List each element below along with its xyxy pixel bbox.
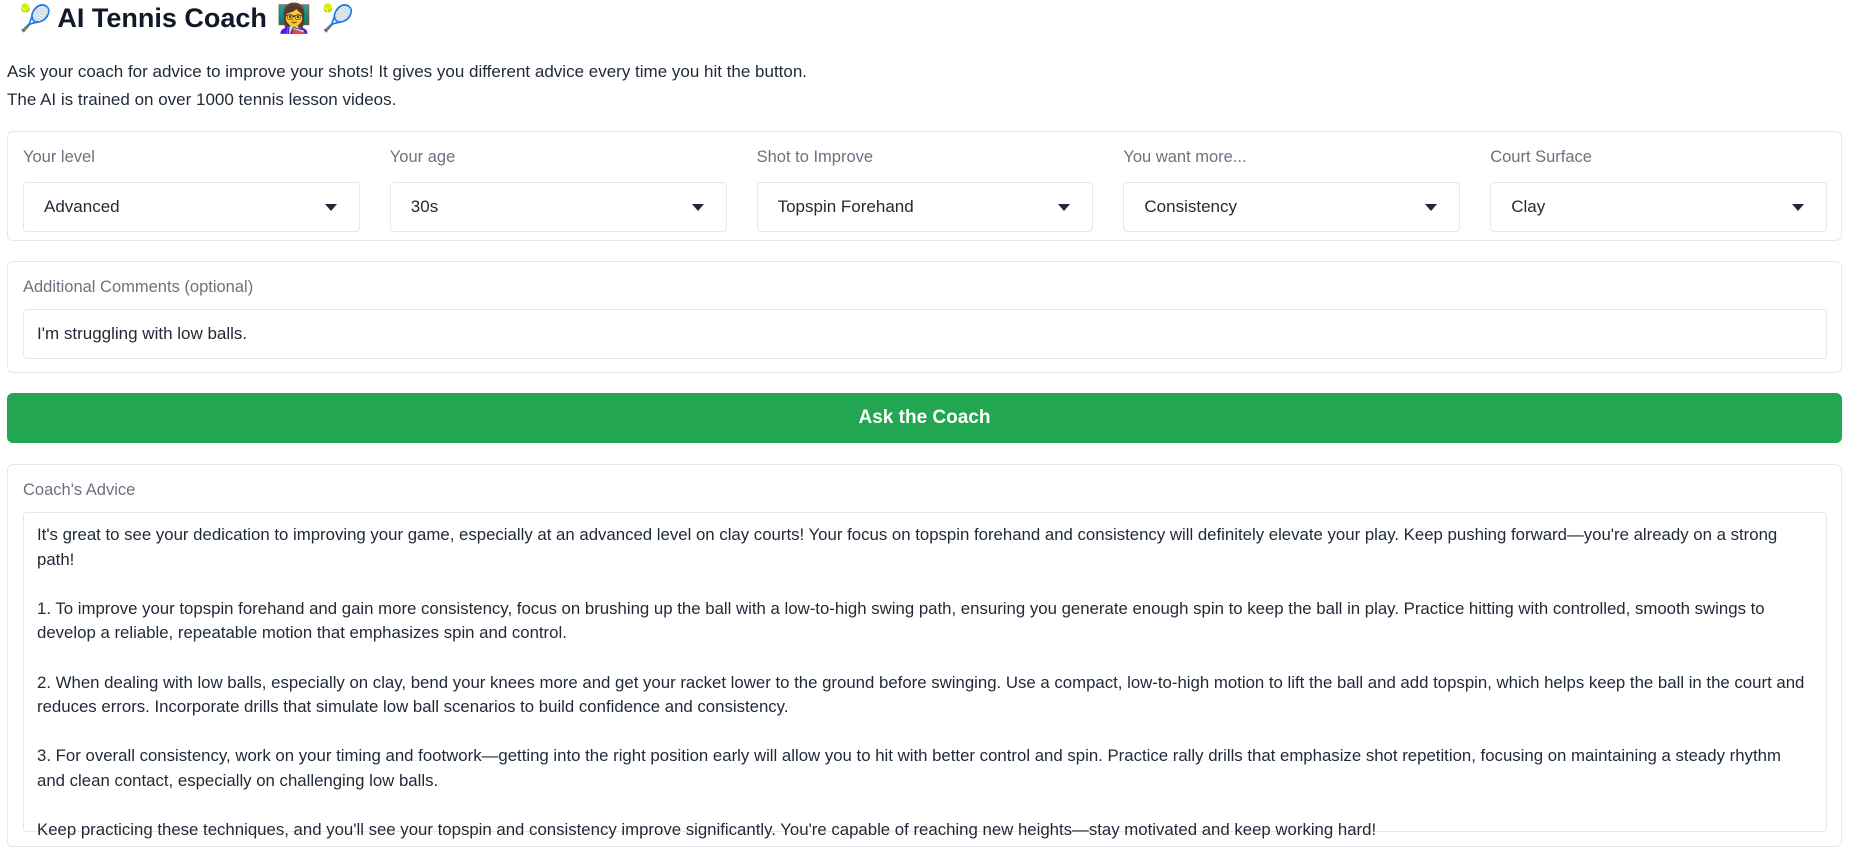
surface-dropdown-group: Court Surface Clay: [1490, 146, 1827, 240]
goal-dropdown-group: You want more... Consistency: [1123, 146, 1461, 240]
age-dropdown-group: Your age 30s: [389, 146, 727, 240]
goal-dropdown[interactable]: Consistency: [1123, 182, 1461, 232]
advice-paragraph: Keep practicing these techniques, and yo…: [37, 820, 1377, 840]
comments-panel: Additional Comments (optional): [7, 261, 1842, 373]
advice-paragraph: 3. For overall consistency, work on your…: [37, 746, 1781, 790]
tennis-racket-icon: 🎾: [19, 2, 52, 33]
tennis-racket-icon: 🎾: [321, 2, 355, 33]
ask-coach-button[interactable]: Ask the Coach: [7, 393, 1842, 443]
title-text: AI Tennis Coach: [57, 2, 267, 33]
coach-icon: 👩‍🏫: [276, 2, 312, 34]
level-label: Your level: [23, 148, 95, 166]
goal-label: You want more...: [1123, 148, 1247, 166]
surface-label: Court Surface: [1490, 148, 1592, 166]
level-value: Advanced: [44, 197, 120, 216]
goal-value: Consistency: [1144, 197, 1237, 216]
advice-paragraph: 1. To improve your topspin forehand and …: [37, 598, 1765, 643]
chevron-down-icon: [691, 203, 704, 211]
surface-dropdown[interactable]: Clay: [1490, 182, 1827, 232]
advice-output[interactable]: It's great to see your dedication to imp…: [23, 512, 1827, 839]
shot-label: Shot to Improve: [756, 148, 874, 166]
shot-dropdown[interactable]: Topspin Forehand: [756, 182, 1094, 232]
description: Ask your coach for advice to improve you…: [7, 58, 1842, 114]
chevron-down-icon: [1791, 203, 1804, 211]
age-value: 30s: [410, 197, 439, 216]
chevron-down-icon: [324, 203, 337, 211]
page-title: 🎾 AI Tennis Coach 👩‍🏫 🎾: [7, 0, 1842, 36]
chevron-down-icon: [1058, 203, 1071, 211]
surface-value: Clay: [1511, 197, 1546, 216]
comments-input[interactable]: [23, 309, 1827, 359]
advice-paragraph: 2. When dealing with low balls, especial…: [37, 672, 1805, 717]
options-panel: Your level Advanced Your age 30s Shot to…: [7, 131, 1842, 241]
description-line: Ask your coach for advice to improve you…: [7, 62, 808, 81]
shot-value: Topspin Forehand: [777, 197, 914, 216]
age-dropdown[interactable]: 30s: [389, 182, 727, 232]
level-dropdown-group: Your level Advanced: [23, 146, 360, 240]
level-dropdown[interactable]: Advanced: [23, 182, 360, 232]
advice-label: Coach's Advice: [23, 481, 136, 499]
app-page: 🎾 AI Tennis Coach 👩‍🏫 🎾 Ask your coach f…: [0, 0, 1849, 850]
age-label: Your age: [389, 148, 456, 166]
description-line: The AI is trained on over 1000 tennis le…: [7, 90, 397, 109]
chevron-down-icon: [1425, 203, 1438, 211]
advice-panel: Coach's Advice It's great to see your de…: [7, 464, 1842, 847]
shot-dropdown-group: Shot to Improve Topspin Forehand: [756, 146, 1094, 240]
advice-paragraph: It's great to see your dedication to imp…: [37, 525, 1778, 569]
comments-label: Additional Comments (optional): [23, 278, 254, 296]
